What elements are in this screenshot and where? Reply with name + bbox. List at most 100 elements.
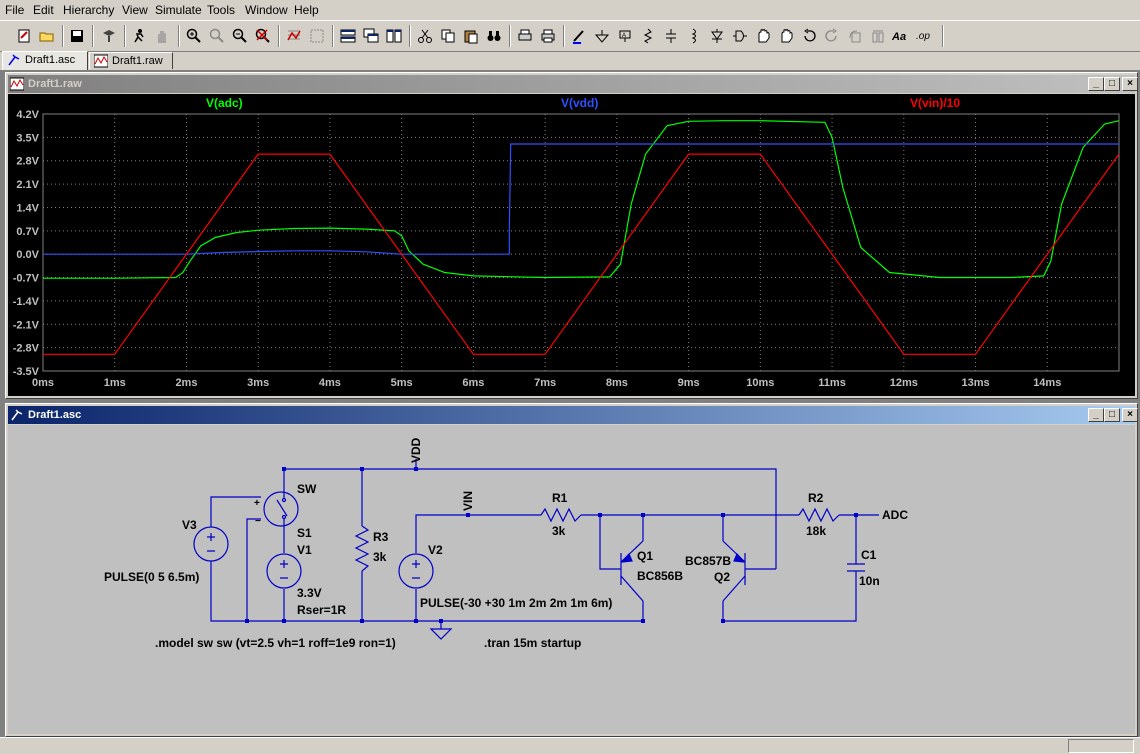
waveform-plot[interactable]: 4.2V 3.5V 2.8V 2.1V 1.4V 0.7V 0.0V -0.7V -1.4V -2…	[8, 94, 1135, 396]
undo-icon[interactable]	[799, 26, 819, 46]
v3-ref: V3	[182, 518, 197, 532]
mirror-icon[interactable]	[868, 26, 888, 46]
x-tick-label: 1ms	[104, 377, 126, 389]
status-bar	[0, 737, 1140, 754]
find-icon[interactable]	[484, 26, 504, 46]
save-icon[interactable]	[67, 26, 87, 46]
autorange-icon[interactable]	[284, 26, 304, 46]
c1-value[interactable]: 10n	[859, 574, 880, 588]
zoom-in-icon[interactable]	[184, 26, 204, 46]
zoom-box-icon[interactable]	[207, 26, 227, 46]
legend-vadc[interactable]: V(adc)	[206, 96, 243, 110]
open-icon[interactable]	[37, 26, 57, 46]
rotate-icon[interactable]	[845, 26, 865, 46]
x-tick-label: 7ms	[534, 377, 556, 389]
maximize-button[interactable]: □	[1104, 77, 1120, 91]
control-panel-icon[interactable]	[99, 26, 119, 46]
v1-ref: V1	[297, 543, 312, 557]
maximize-button[interactable]: □	[1104, 408, 1120, 422]
toolbar: A Aa .op	[0, 20, 1140, 52]
inductor-icon[interactable]	[684, 26, 704, 46]
document-tabs: Draft1.asc Draft1.raw	[0, 51, 1140, 70]
waveform-titlebar[interactable]: Draft1.raw _ □ ×	[8, 75, 1138, 93]
x-tick-label: 3ms	[247, 377, 269, 389]
r2-ref: R2	[808, 491, 824, 505]
close-button[interactable]: ×	[1122, 408, 1138, 422]
diode-icon[interactable]	[707, 26, 727, 46]
tab-draft1-asc[interactable]: Draft1.asc	[2, 51, 88, 70]
v1-extra[interactable]: Rser=1R	[297, 603, 346, 617]
toolbar-separator	[409, 25, 411, 47]
menu-window[interactable]: Window	[245, 3, 288, 17]
minimize-button[interactable]: _	[1088, 408, 1104, 422]
r2-value[interactable]: 18k	[806, 524, 826, 538]
close-button[interactable]: ×	[1122, 77, 1138, 91]
minimize-button[interactable]: _	[1088, 77, 1104, 91]
resistor-icon[interactable]	[638, 26, 658, 46]
text-icon[interactable]: Aa	[891, 26, 911, 46]
menu-file[interactable]: File	[5, 3, 24, 17]
x-tick-label: 12ms	[890, 377, 918, 389]
window-title: Draft1.asc	[28, 409, 82, 421]
cut-icon[interactable]	[415, 26, 435, 46]
schematic-titlebar[interactable]: Draft1.asc _ □ ×	[8, 406, 1138, 424]
y-tick-label: -0.7V	[13, 273, 40, 285]
zoom-cancel-icon[interactable]	[253, 26, 273, 46]
waveform-icon	[94, 54, 108, 68]
copy-icon[interactable]	[438, 26, 458, 46]
menu-tools[interactable]: Tools	[207, 3, 235, 17]
menu-simulate[interactable]: Simulate	[155, 3, 202, 17]
net-label-vin[interactable]: VIN	[461, 491, 475, 511]
y-tick-label: 2.8V	[16, 156, 39, 168]
q2-value[interactable]: BC857B	[685, 554, 731, 568]
v1-value[interactable]: 3.3V	[297, 586, 322, 600]
new-schematic-icon[interactable]	[14, 26, 34, 46]
redo-icon[interactable]	[822, 26, 842, 46]
schematic-canvas[interactable]: ADC VDD VIN V3 PULSE(0 5 6.5m) SW S1 V1 …	[8, 425, 1135, 734]
v2-ref: V2	[428, 543, 443, 557]
legend-vvin[interactable]: V(vin)/10	[910, 96, 960, 110]
model-directive[interactable]: .model sw sw (vt=2.5 vh=1 roff=1e9 ron=1…	[155, 636, 396, 650]
x-tick-label: 8ms	[606, 377, 628, 389]
menu-edit[interactable]: Edit	[33, 3, 54, 17]
net-label-adc[interactable]: ADC	[882, 508, 908, 522]
net-label-vdd[interactable]: VDD	[409, 437, 423, 463]
waveform-window: Draft1.raw _ □ × 4.2V 3.5V 2.8V 2.1V 1.4V 0.7…	[5, 72, 1138, 399]
r3-value[interactable]: 3k	[373, 550, 387, 564]
v3-value[interactable]: PULSE(0 5 6.5m)	[104, 570, 199, 584]
menu-help[interactable]: Help	[294, 3, 319, 17]
toolbar-separator	[278, 25, 280, 47]
tran-directive[interactable]: .tran 15m startup	[484, 636, 581, 650]
label-net-icon[interactable]: A	[615, 26, 635, 46]
c1-ref: C1	[861, 548, 877, 562]
r1-value[interactable]: 3k	[552, 524, 566, 538]
tab-draft1-raw[interactable]: Draft1.raw	[89, 52, 173, 69]
print-icon[interactable]	[538, 26, 558, 46]
menu-view[interactable]: View	[122, 3, 148, 17]
q1-value[interactable]: BC856B	[637, 569, 683, 583]
legend-vvdd[interactable]: V(vdd)	[561, 96, 598, 110]
tile-horizontal-icon[interactable]	[338, 26, 358, 46]
x-tick-label: 5ms	[391, 377, 413, 389]
draw-wire-icon[interactable]	[569, 26, 589, 46]
v2-value[interactable]: PULSE(-30 +30 1m 2m 2m 1m 6m)	[420, 596, 612, 610]
ground-icon[interactable]	[592, 26, 612, 46]
halt-icon[interactable]	[152, 26, 172, 46]
menu-bar: File Edit Hierarchy View Simulate Tools …	[0, 0, 1140, 20]
tile-vertical-icon[interactable]	[384, 26, 404, 46]
print-setup-icon[interactable]	[515, 26, 535, 46]
paste-icon[interactable]	[461, 26, 481, 46]
tab-label: Draft1.asc	[25, 54, 76, 66]
svg-text:A: A	[622, 33, 626, 39]
move-icon[interactable]	[753, 26, 773, 46]
drag-icon[interactable]	[776, 26, 796, 46]
fit-icon[interactable]	[307, 26, 327, 46]
run-icon[interactable]	[129, 26, 149, 46]
q2-ref: Q2	[714, 570, 730, 584]
capacitor-icon[interactable]	[661, 26, 681, 46]
zoom-out-icon[interactable]	[230, 26, 250, 46]
spice-directive-icon[interactable]: .op	[914, 26, 934, 46]
menu-hierarchy[interactable]: Hierarchy	[63, 3, 114, 17]
cascade-icon[interactable]	[361, 26, 381, 46]
component-icon[interactable]	[730, 26, 750, 46]
